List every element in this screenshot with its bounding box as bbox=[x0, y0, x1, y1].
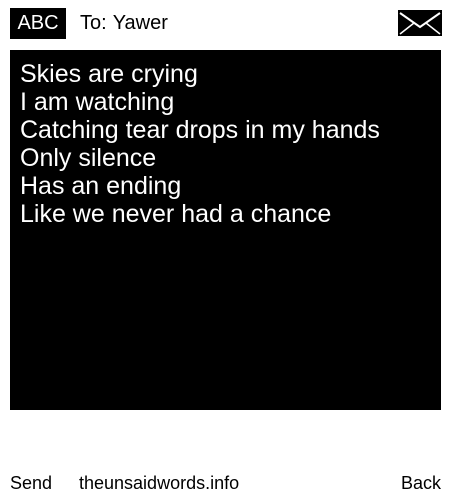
compose-header: ABC To: Yawer bbox=[0, 0, 450, 50]
recipient-name: Yawer bbox=[112, 12, 168, 34]
envelope-icon bbox=[398, 10, 442, 36]
message-line: Catching tear drops in my hands bbox=[20, 116, 380, 144]
message-line: Like we never had a chance bbox=[20, 200, 332, 228]
softkey-bar: Send theunsaidwords.info Back bbox=[0, 470, 450, 498]
recipient-field[interactable]: To: Yawer bbox=[80, 9, 168, 37]
message-line: Has an ending bbox=[20, 172, 182, 200]
sms-compose-screen: ABC To: Yawer Skies are crying I am watch… bbox=[0, 0, 450, 500]
input-mode-indicator[interactable]: ABC bbox=[10, 8, 66, 39]
message-line: Only silence bbox=[20, 144, 157, 172]
message-line: I am watching bbox=[20, 88, 175, 116]
to-label: To: bbox=[80, 12, 107, 34]
send-softkey[interactable]: Send bbox=[10, 470, 52, 496]
center-softkey-site-label[interactable]: theunsaidwords.info bbox=[79, 470, 239, 496]
message-line: Skies are crying bbox=[20, 60, 198, 88]
back-softkey[interactable]: Back bbox=[401, 470, 441, 496]
message-body-textarea[interactable]: Skies are crying I am watching Catching … bbox=[10, 50, 441, 410]
